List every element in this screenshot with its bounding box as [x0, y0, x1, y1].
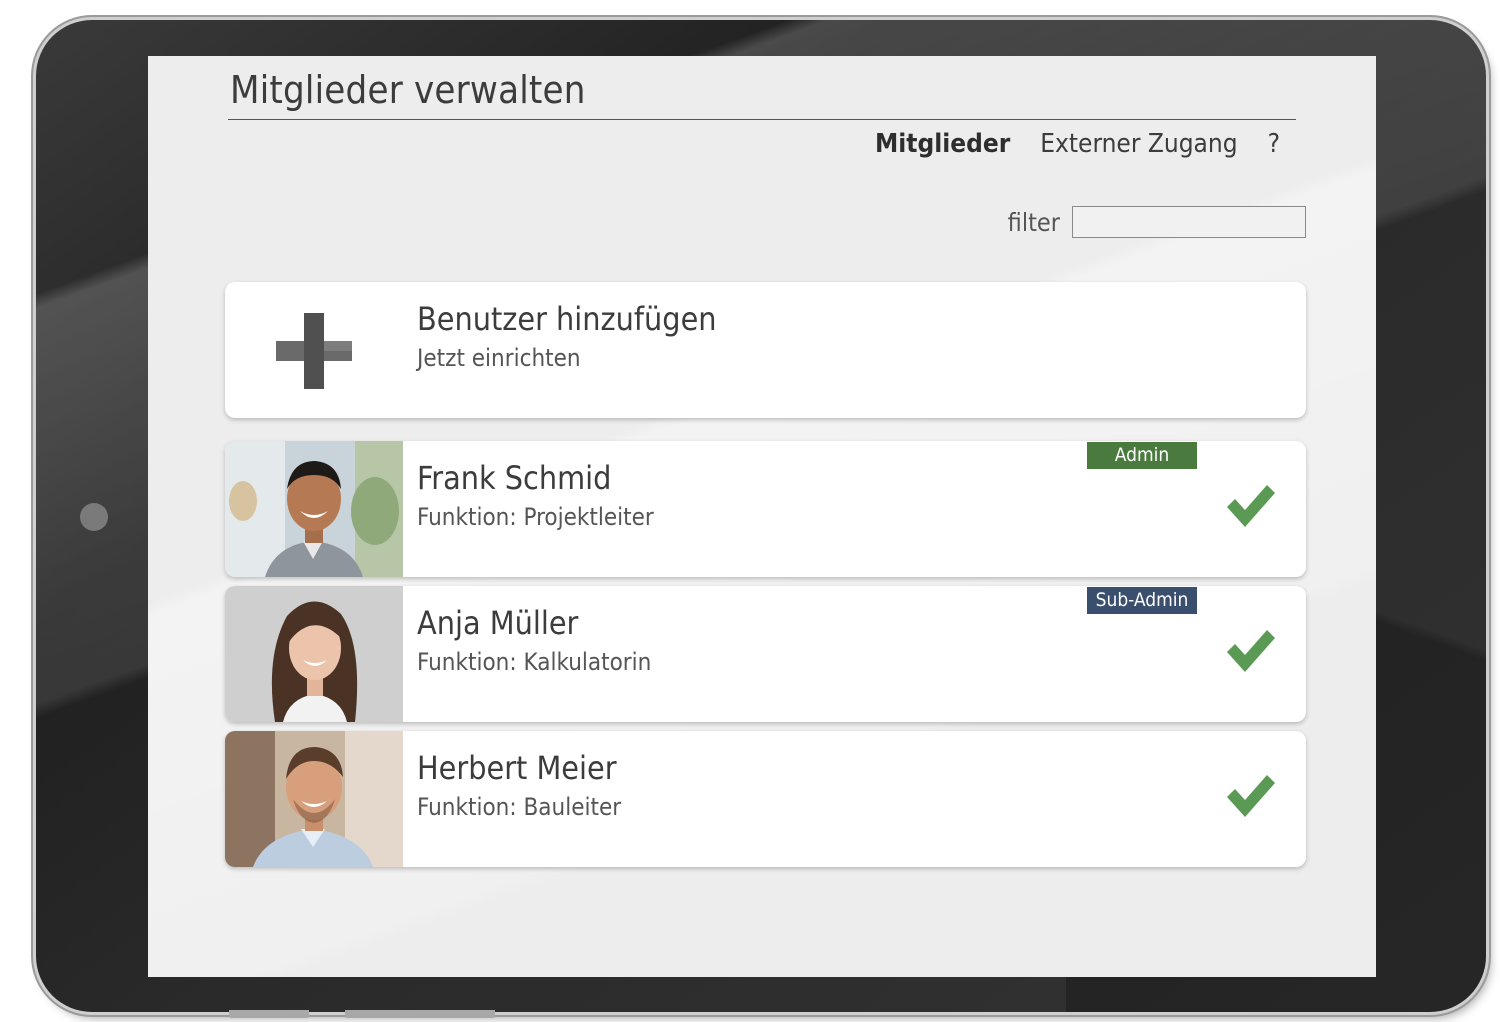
member-function: Funktion: Projektleiter	[417, 503, 654, 531]
member-name: Herbert Meier	[417, 749, 617, 787]
check-icon	[1227, 775, 1275, 817]
avatar	[225, 441, 403, 577]
avatar	[225, 731, 403, 867]
tab-externer-zugang[interactable]: Externer Zugang	[1040, 129, 1237, 159]
member-card[interactable]: Anja Müller Funktion: Kalkulatorin Sub-A…	[225, 586, 1306, 722]
member-card[interactable]: Herbert Meier Funktion: Bauleiter	[225, 731, 1306, 867]
app-screen: Mitglieder verwalten Mitglieder Externer…	[148, 56, 1376, 977]
member-name: Anja Müller	[417, 604, 579, 642]
header-nav: Mitglieder Externer Zugang ?	[875, 129, 1280, 159]
page-title: Mitglieder verwalten	[230, 68, 586, 112]
member-name: Frank Schmid	[417, 459, 612, 497]
member-card[interactable]: Frank Schmid Funktion: Projektleiter Adm…	[225, 441, 1306, 577]
check-icon	[1227, 485, 1275, 527]
plus-icon	[276, 313, 352, 389]
title-divider	[228, 119, 1296, 120]
member-function: Funktion: Bauleiter	[417, 793, 622, 821]
tab-mitglieder[interactable]: Mitglieder	[875, 129, 1010, 159]
role-badge: Admin	[1087, 442, 1197, 469]
tablet-side-button	[229, 1010, 309, 1018]
tablet-home-button	[80, 503, 108, 531]
role-badge: Sub-Admin	[1087, 587, 1197, 614]
add-user-title: Benutzer hinzufügen	[417, 300, 717, 338]
filter-label: filter	[1007, 207, 1060, 237]
filter-bar: filter	[1008, 206, 1306, 238]
add-user-subtitle: Jetzt einrichten	[417, 344, 581, 372]
add-user-card[interactable]: Benutzer hinzufügen Jetzt einrichten	[225, 282, 1306, 418]
member-function: Funktion: Kalkulatorin	[417, 648, 652, 676]
help-link[interactable]: ?	[1268, 129, 1280, 159]
avatar	[225, 586, 403, 722]
filter-input[interactable]	[1072, 206, 1306, 238]
check-icon	[1227, 630, 1275, 672]
tablet-volume-button	[345, 1010, 495, 1018]
